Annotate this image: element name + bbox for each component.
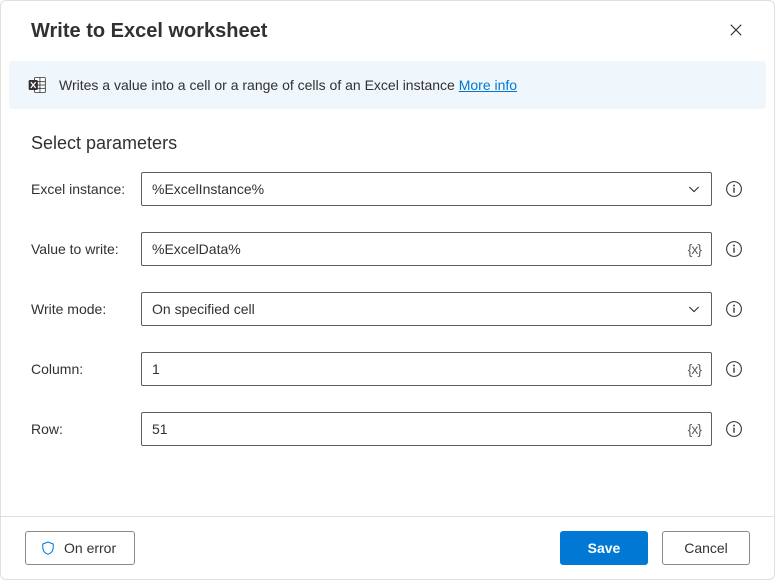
excel-instance-dropdown[interactable]: %ExcelInstance% [141, 172, 712, 206]
excel-instance-row: Excel instance: %ExcelInstance% [31, 172, 744, 206]
write-mode-value: On specified cell [152, 301, 679, 317]
cancel-label: Cancel [684, 540, 728, 556]
row-label: Row: [31, 421, 141, 437]
row-value: 51 [152, 421, 680, 437]
info-banner-description: Writes a value into a cell or a range of… [59, 77, 459, 93]
column-value: 1 [152, 361, 680, 377]
value-to-write-info-icon[interactable] [724, 239, 744, 259]
close-icon [729, 23, 743, 40]
column-row: Column: 1 {x} [31, 352, 744, 386]
parameters-title: Select parameters [31, 133, 744, 154]
on-error-button[interactable]: On error [25, 531, 135, 565]
excel-instance-info-icon[interactable] [724, 179, 744, 199]
write-mode-label: Write mode: [31, 301, 141, 317]
row-row: Row: 51 {x} [31, 412, 744, 446]
chevron-down-icon [687, 182, 701, 196]
dialog-footer: On error Save Cancel [1, 516, 774, 579]
row-info-icon[interactable] [724, 419, 744, 439]
info-banner: Writes a value into a cell or a range of… [9, 61, 766, 109]
chevron-down-icon [687, 302, 701, 316]
on-error-label: On error [64, 540, 116, 556]
dialog-header: Write to Excel worksheet [1, 1, 774, 61]
excel-icon [27, 75, 47, 95]
value-to-write-row: Value to write: %ExcelData% {x} [31, 232, 744, 266]
parameters-section: Select parameters Excel instance: %Excel… [1, 109, 774, 516]
value-to-write-value: %ExcelData% [152, 241, 680, 257]
value-to-write-label: Value to write: [31, 241, 141, 257]
value-to-write-input[interactable]: %ExcelData% {x} [141, 232, 712, 266]
write-mode-info-icon[interactable] [724, 299, 744, 319]
cancel-button[interactable]: Cancel [662, 531, 750, 565]
variable-picker-icon[interactable]: {x} [688, 241, 701, 257]
dialog-title: Write to Excel worksheet [31, 20, 267, 43]
column-info-icon[interactable] [724, 359, 744, 379]
variable-picker-icon[interactable]: {x} [688, 421, 701, 437]
excel-instance-value: %ExcelInstance% [152, 181, 679, 197]
save-label: Save [588, 540, 621, 556]
excel-instance-label: Excel instance: [31, 181, 141, 197]
close-button[interactable] [720, 15, 752, 47]
info-banner-text: Writes a value into a cell or a range of… [59, 77, 517, 93]
column-input[interactable]: 1 {x} [141, 352, 712, 386]
column-label: Column: [31, 361, 141, 377]
write-mode-row: Write mode: On specified cell [31, 292, 744, 326]
variable-picker-icon[interactable]: {x} [688, 361, 701, 377]
more-info-link[interactable]: More info [459, 77, 517, 93]
shield-icon [40, 540, 56, 556]
write-mode-dropdown[interactable]: On specified cell [141, 292, 712, 326]
save-button[interactable]: Save [560, 531, 648, 565]
row-input[interactable]: 51 {x} [141, 412, 712, 446]
